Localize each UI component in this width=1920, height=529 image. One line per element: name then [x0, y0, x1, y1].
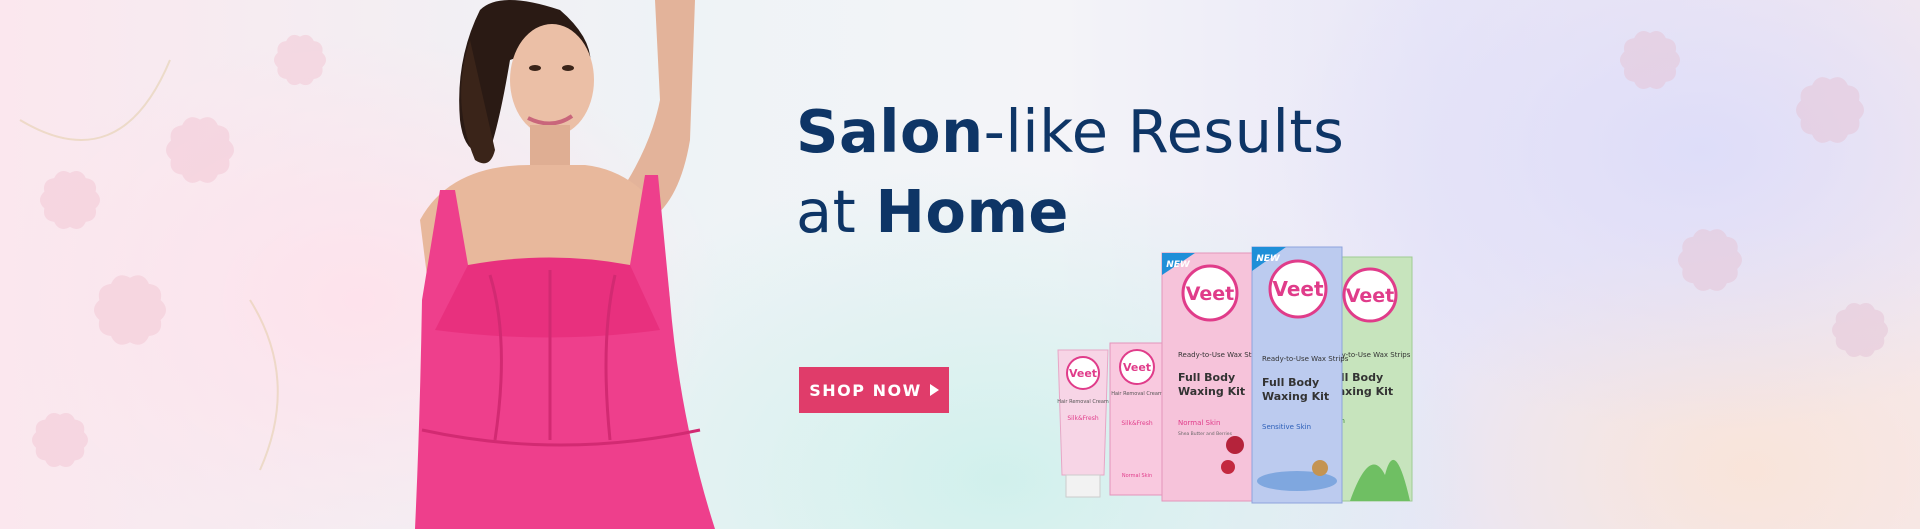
tube-variant-label: Silk&Fresh [1067, 415, 1098, 422]
product-kit-normal[interactable]: NEW Veet Ready-to-Use Wax Strips Full Bo… [1161, 252, 1265, 502]
kit-normal-title-line1: Full Body [1178, 371, 1235, 384]
product-cream-tube[interactable]: Veet Hair Removal Cream Silk&Fresh [1057, 349, 1109, 498]
cream-box-skin-label: Normal Skin [1122, 473, 1152, 479]
kit-sensitive-subtitle: Ready-to-Use Wax Strips [1262, 355, 1349, 363]
play-icon [929, 384, 939, 396]
model-photo [415, 0, 715, 529]
kit-normal-detail-label: Shea Butter and Berries [1178, 431, 1233, 437]
shop-now-button[interactable]: SHOP NOW [799, 367, 949, 413]
headline-like-results: -like Results [983, 97, 1345, 166]
tube-name-label: Hair Removal Cream [1057, 399, 1109, 405]
tube-brand-label: Veet [1069, 367, 1097, 380]
headline-salon: Salon [796, 97, 984, 166]
kit-dry-brand-label: Veet [1346, 285, 1395, 307]
kit-sensitive-new-badge: NEW [1256, 254, 1281, 264]
product-lineup[interactable]: Veet Hair Removal Cream Silk&Fresh Veet … [1050, 245, 1470, 515]
kit-normal-brand-label: Veet [1186, 283, 1235, 305]
headline: Salon-like Results at Home [796, 92, 1344, 252]
kit-sensitive-brand-label: Veet [1272, 277, 1324, 301]
kit-sensitive-skin-label: Sensitive Skin [1262, 423, 1311, 431]
floral-background-right [1620, 31, 1888, 358]
headline-home: Home [875, 177, 1069, 246]
cream-box-brand-label: Veet [1123, 361, 1151, 374]
kit-normal-new-badge: NEW [1166, 260, 1191, 270]
product-kit-sensitive[interactable]: NEW Veet Ready-to-Use Wax Strips Full Bo… [1251, 246, 1349, 504]
shop-now-label: SHOP NOW [809, 380, 922, 400]
hero-banner[interactable]: Salon-like Results at Home SHOP NOW Veet… [0, 0, 1920, 529]
kit-normal-title-line2: Waxing Kit [1178, 385, 1245, 398]
cream-box-variant-label: Silk&Fresh [1121, 420, 1152, 427]
cream-box-name-label: Hair Removal Cream [1111, 391, 1163, 397]
kit-sensitive-title-line1: Full Body [1262, 376, 1319, 389]
kit-sensitive-title-line2: Waxing Kit [1262, 390, 1329, 403]
headline-at: at [796, 177, 876, 246]
kit-normal-skin-label: Normal Skin [1178, 419, 1220, 427]
product-cream-box[interactable]: Veet Hair Removal Cream Silk&Fresh Norma… [1109, 342, 1166, 496]
